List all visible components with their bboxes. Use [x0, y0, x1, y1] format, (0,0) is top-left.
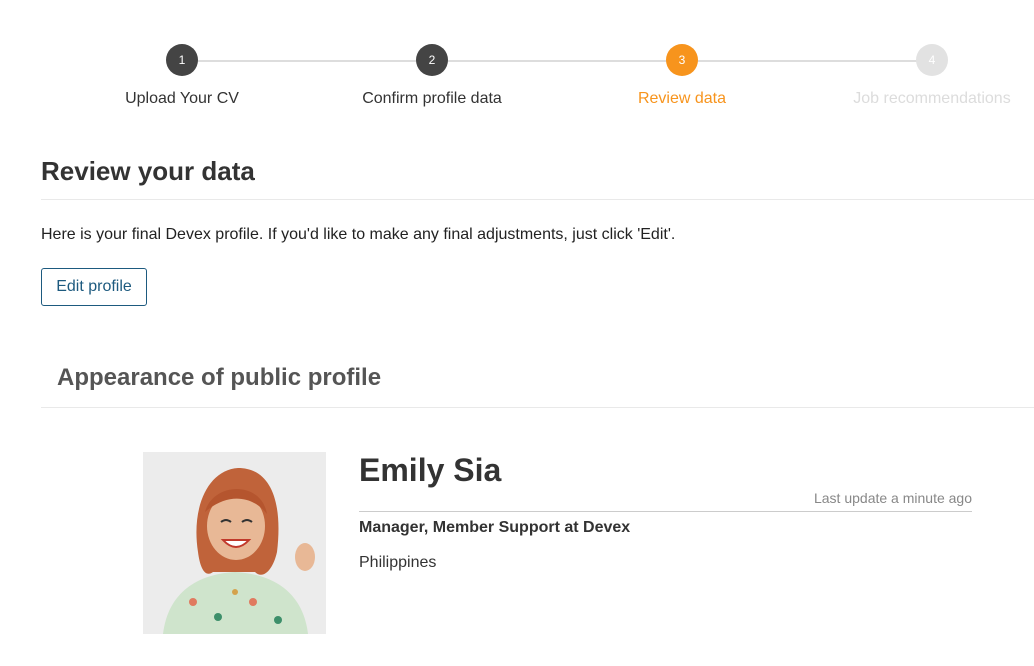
- step-number: 3: [666, 44, 698, 76]
- edit-profile-button[interactable]: Edit profile: [41, 268, 147, 306]
- step-label: Confirm profile data: [362, 90, 502, 107]
- step-label: Job recommendations: [853, 90, 1011, 107]
- divider: [41, 199, 1034, 200]
- divider: [359, 511, 972, 512]
- progress-stepper: 1 Upload Your CV 2 Confirm profile data …: [0, 0, 1034, 130]
- last-update-timestamp: Last update a minute ago: [813, 490, 972, 506]
- page: 1 Upload Your CV 2 Confirm profile data …: [0, 0, 1034, 666]
- step-number: 4: [916, 44, 948, 76]
- step-label: Upload Your CV: [125, 90, 239, 107]
- step-review-data[interactable]: 3 Review data: [562, 44, 802, 108]
- profile-position: Manager, Member Support at Devex: [359, 519, 631, 536]
- step-label: Review data: [637, 90, 727, 107]
- public-profile-title: Appearance of public profile: [57, 364, 382, 391]
- step-job-recommendations: 4 Job recommendations: [812, 44, 1034, 108]
- profile-photo-icon: [143, 452, 326, 634]
- intro-text: Here is your final Devex profile. If you…: [41, 226, 676, 243]
- step-confirm-profile[interactable]: 2 Confirm profile data: [312, 44, 552, 108]
- page-title: Review your data: [41, 156, 255, 186]
- divider: [41, 407, 1034, 408]
- step-number: 1: [166, 44, 198, 76]
- avatar: [143, 452, 326, 634]
- step-upload-cv[interactable]: 1 Upload Your CV: [62, 44, 302, 108]
- profile-location: Philippines: [359, 554, 437, 571]
- step-number: 2: [416, 44, 448, 76]
- profile-name: Emily Sia: [359, 452, 502, 488]
